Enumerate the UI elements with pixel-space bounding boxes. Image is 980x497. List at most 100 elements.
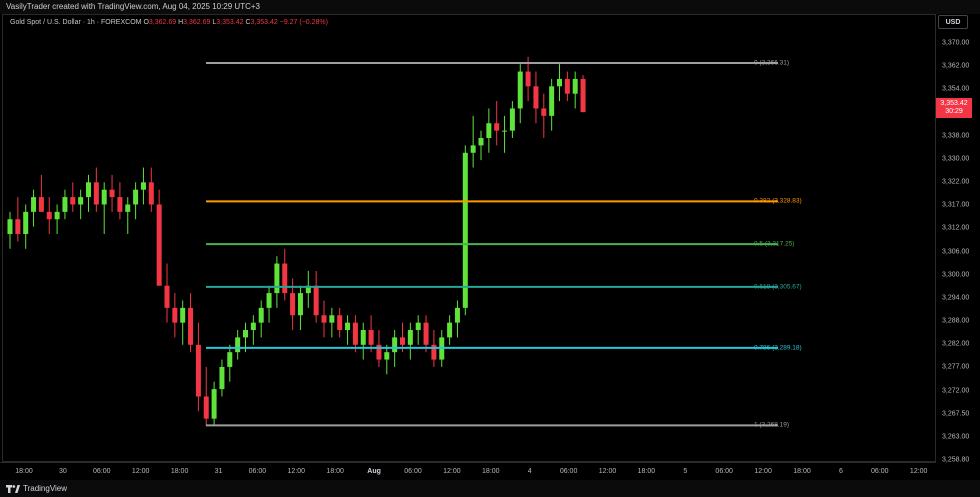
candle-body [564,78,570,94]
currency-button[interactable]: USD [938,15,968,29]
candle [572,71,578,109]
price-tick: 3,263.00 [942,433,970,441]
candle [62,189,68,220]
candle-body [502,130,508,132]
candle [117,182,123,220]
time-label: 12:00 [909,468,928,475]
candle-body [462,152,468,308]
candle [297,285,303,331]
time-label: 30 [58,468,67,475]
candle [148,167,154,212]
fib-level-label: 0 (3,366.31) [754,59,790,67]
candle-body [533,86,539,109]
time-label: 18:00 [15,468,33,475]
price-tick: 3,288.00 [942,317,970,325]
candle-body [580,78,586,113]
candle-body [188,307,194,345]
candle-body [407,330,413,345]
time-label: Aug [367,468,381,475]
fib-level-label: 1 (3,268.19) [754,421,790,429]
tradingview-brand[interactable]: TradingView [6,484,67,493]
candle-body [70,197,76,205]
candle [250,315,256,345]
candle-body [195,344,201,397]
candle [384,344,390,375]
candle [423,315,429,353]
candle [502,115,508,153]
time-label: 18:00 [482,468,500,475]
candle [78,189,84,220]
candle [70,182,76,212]
time-label: 18:00 [793,468,811,475]
candle-body [125,204,131,212]
candle-body [352,322,358,345]
candle [541,93,547,139]
candle-body [109,189,115,198]
time-label: 31 [214,468,223,475]
price-tick: 3,272.00 [942,387,970,394]
time-label: 4 [527,468,532,475]
candle-body [211,389,217,419]
candle-body [447,322,453,338]
candle [180,300,186,345]
candle [329,307,335,338]
candle-body [266,293,272,308]
candle-body [93,182,99,205]
candle-body [54,211,60,220]
candle [517,64,523,124]
candle-body [203,396,209,419]
candle-body [117,197,123,212]
price-tick: 3,330.00 [942,155,970,163]
candle [86,174,91,212]
candle [557,64,562,102]
candle-body [140,182,146,190]
candle-body [329,315,335,323]
candle-body [156,204,162,286]
time-label: 18:00 [170,468,189,475]
last-price: 3,353.42 [940,100,968,107]
price-tick: 3,258.80 [942,456,970,464]
candle [360,322,366,360]
time-label: 12:00 [598,468,617,475]
candle-body [227,352,233,367]
fib-level-label: 0.5 (3,317.25) [754,240,795,248]
candle-body [321,315,327,323]
candle-body [78,197,84,205]
time-label: 5 [683,468,688,475]
time-label: 06:00 [871,468,889,475]
candle-body [133,189,139,205]
fib-level-label: 0.382 (3,328.83) [754,197,802,205]
tradingview-logo-icon [6,484,20,493]
candle-body [478,138,484,146]
candle [31,189,37,227]
time-label: 06:00 [248,468,267,475]
time-label: 12:00 [443,468,461,475]
candle-body [62,197,68,212]
candle-body [23,211,29,235]
candle [125,197,131,235]
candle-body [423,322,429,345]
candle [564,71,570,102]
candle [509,101,515,139]
candle [266,285,272,323]
time-axis[interactable]: 18:00 30 06:00 12:00 18:00 31 06:00 12:00 18:00 A… [0,462,936,481]
price-tick: 3,277.00 [942,363,970,371]
candle-body [86,182,91,198]
candle [211,381,217,427]
candle-body [290,293,296,316]
candle-body [282,263,288,294]
time-label: 06:00 [559,468,578,475]
price-scale[interactable]: 3,370.003,362.003,354.003,346.003,338.00… [936,30,980,464]
price-tick: 3,370.00 [942,39,970,47]
candlestick-chart[interactable] [0,0,936,462]
candle [46,197,52,235]
candle-body [486,123,492,139]
candle-body [38,197,44,212]
candle [478,130,484,161]
candle-body [148,182,154,205]
last-price-tag: 3,353.42 30:29 [936,98,972,118]
candle [23,204,29,249]
footer-bar [0,480,980,497]
candle [109,174,115,212]
candle-body [337,315,343,331]
